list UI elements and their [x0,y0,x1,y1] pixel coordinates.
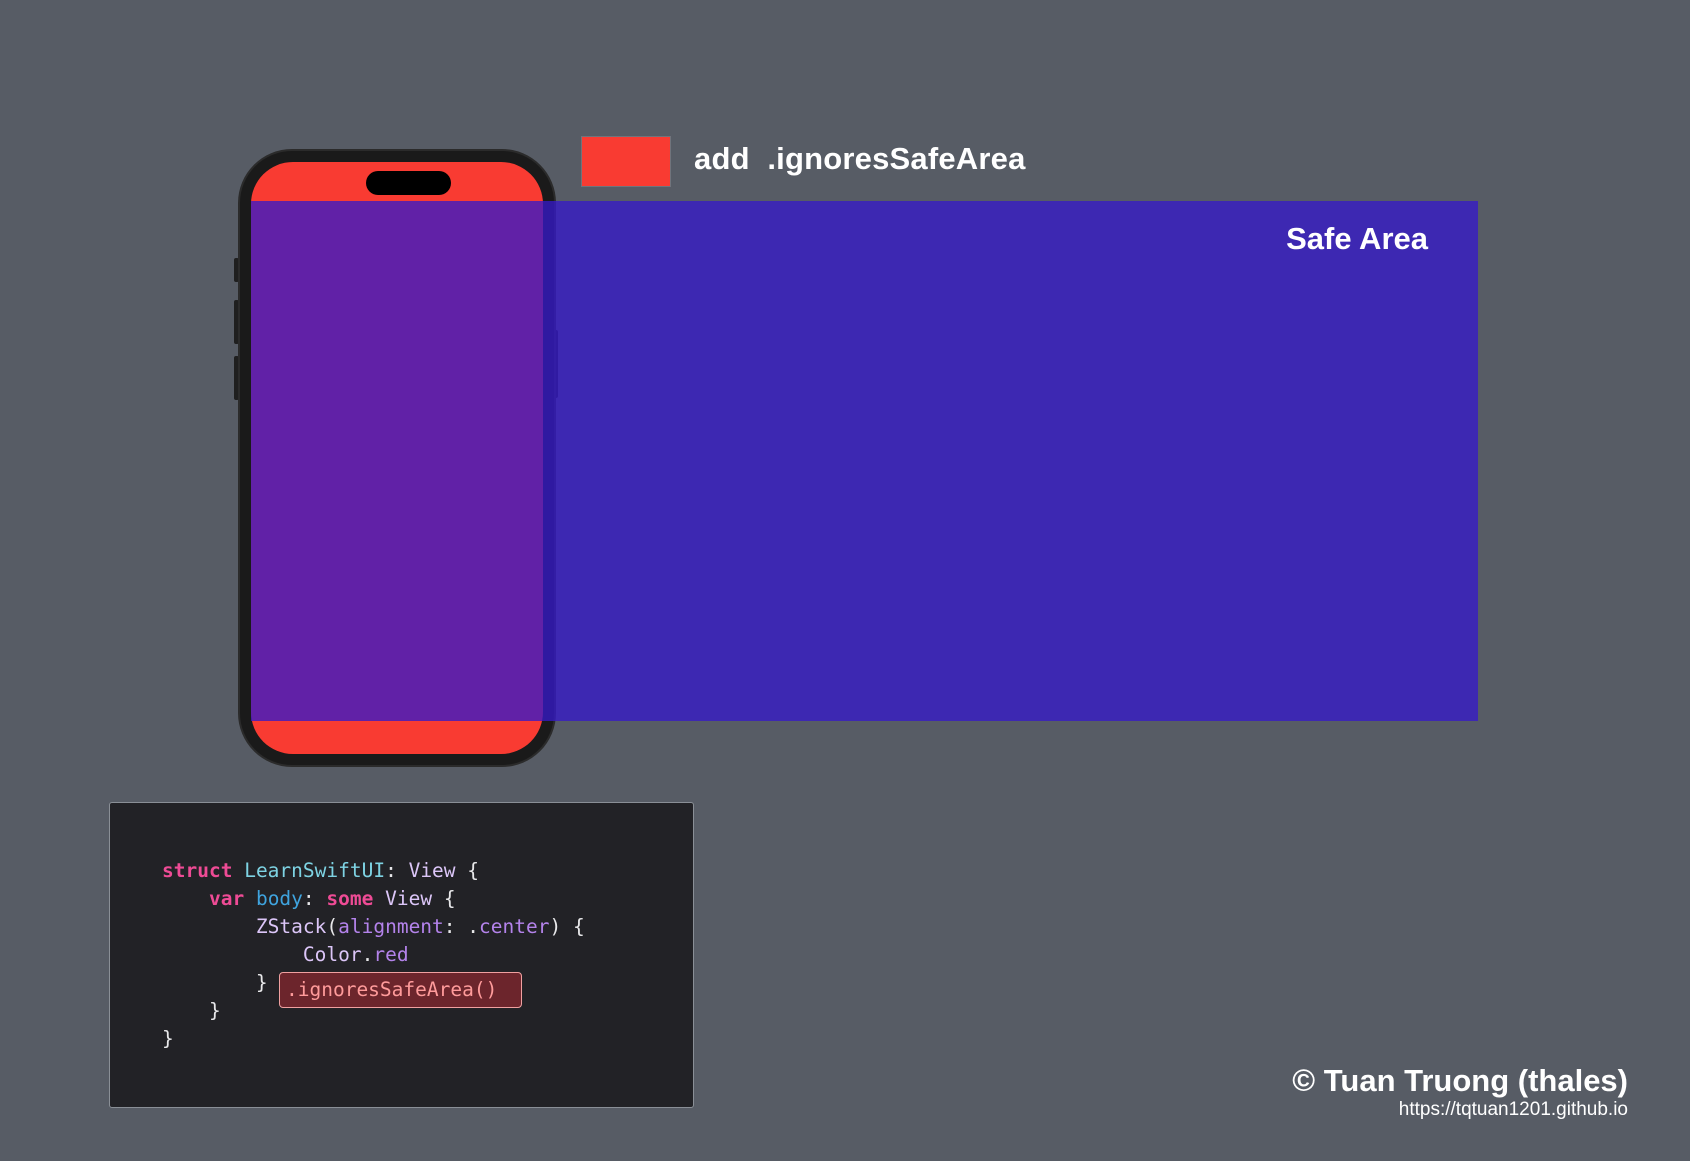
code-token: ( [326,915,339,938]
code-line: struct LearnSwiftUI: View { [162,857,479,885]
code-line: } [162,1025,174,1053]
code-token: } [162,999,221,1022]
credit-url: https://tqtuan1201.github.io [1398,1099,1628,1120]
code-token: . [361,943,374,966]
code-token: View [408,859,456,882]
code-token: View [385,887,433,910]
safe-area-region: Safe Area [251,201,1478,721]
code-token: struct [162,859,233,882]
code-token: : [302,887,327,910]
phone-volume-down-button [234,356,239,400]
phone-action-button [234,258,239,282]
credit-author: © Tuan Truong (thales) [1292,1063,1628,1098]
code-token: var [208,887,245,910]
code-token: { [432,887,456,910]
code-snippet-panel: struct LearnSwiftUI: View { var body: so… [109,802,694,1108]
code-token: : [385,859,409,882]
code-line: } [162,969,268,997]
phone-volume-up-button [234,300,239,344]
code-token: ) { [549,915,585,938]
code-token: Color [302,943,362,966]
code-highlight-box: .ignoresSafeArea() [279,972,522,1008]
code-line: Color.red [162,941,409,969]
code-token: ZStack [255,915,327,938]
code-line: var body: some View { [162,885,456,913]
code-line: } [162,997,221,1025]
code-token: alignment [338,915,444,938]
code-line: ZStack(alignment: .center) { [162,913,585,941]
legend-label: add .ignoresSafeArea [694,141,1026,176]
code-token: center [479,915,550,938]
code-token: } [162,971,268,994]
dynamic-island [366,171,451,195]
code-token: red [373,943,409,966]
code-highlight-text: .ignoresSafeArea() [286,978,498,1001]
code-token: { [455,859,480,882]
code-token: body [255,887,303,910]
code-token: } [162,1027,174,1050]
legend-swatch [582,137,670,186]
safe-area-label: Safe Area [1286,221,1428,256]
code-token: : . [443,915,480,938]
code-token: some [326,887,374,910]
code-token: LearnSwiftUI [244,859,386,882]
